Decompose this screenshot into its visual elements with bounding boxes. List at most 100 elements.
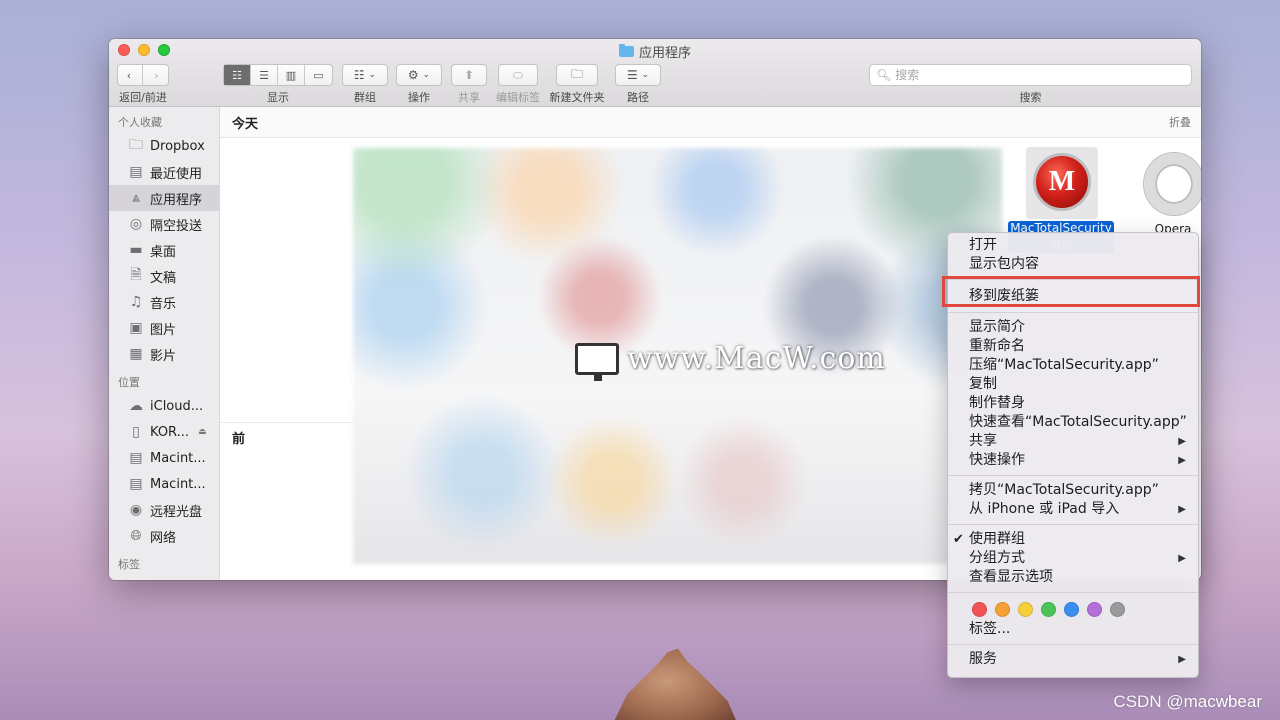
chevron-left-icon: ‹: [126, 68, 132, 82]
tag-color-row: [948, 598, 1198, 620]
sidebar-item-pictures[interactable]: ▣ 图片: [109, 315, 219, 341]
menu-item-move-to-trash[interactable]: 移到废纸篓: [948, 285, 1198, 307]
edit-tags-button[interactable]: ⬭: [498, 64, 538, 86]
sidebar: 个人收藏 🗀 Dropbox ▤ 最近使用 ⩓ 应用程序 ◎ 隔空投送 ▬ 桌面…: [109, 107, 220, 580]
submenu-arrow-icon: ▶: [1178, 436, 1186, 447]
submenu-arrow-icon: ▶: [1178, 455, 1186, 466]
sidebar-item-documents[interactable]: 🗎 文稿: [109, 263, 219, 289]
columns-icon: ▥: [285, 68, 297, 82]
checkmark-icon: ✔: [953, 532, 964, 547]
menu-item-duplicate[interactable]: 复制: [948, 375, 1198, 394]
menu-item-open[interactable]: 打开: [948, 236, 1198, 255]
gallery-view-button[interactable]: ▭: [305, 65, 332, 85]
gallery-icon: ▭: [313, 68, 324, 82]
pictures-icon: ▣: [129, 320, 143, 336]
menu-item-quick-actions[interactable]: 快速操作 ▶: [948, 451, 1198, 470]
menu-item-view-options[interactable]: 查看显示选项: [948, 568, 1198, 587]
folder-icon: [618, 44, 634, 57]
sidebar-item-macintosh-1[interactable]: ▤ Macint...: [109, 445, 219, 471]
back-forward-control: ‹ ›: [117, 64, 169, 86]
tag-color-dot-3[interactable]: [1018, 601, 1033, 617]
menu-separator: [948, 279, 1198, 280]
folder-icon: 🗀: [129, 137, 143, 153]
menu-item-quick-look[interactable]: 快速查看“MacTotalSecurity.app”: [948, 413, 1198, 432]
app-icon-opera[interactable]: [1138, 147, 1201, 219]
menu-item-rename[interactable]: 重新命名: [948, 337, 1198, 356]
menu-item-copy[interactable]: 拷贝“MacTotalSecurity.app”: [948, 481, 1198, 500]
search-label: 搜索: [1019, 91, 1042, 104]
sidebar-item-movies[interactable]: ▦ 影片: [109, 341, 219, 367]
submenu-arrow-icon: ▶: [1178, 504, 1186, 515]
search-input[interactable]: [895, 68, 1176, 82]
group-title-today: 今天: [232, 116, 259, 132]
path-icon: ☰: [626, 68, 638, 82]
menu-item-show-package[interactable]: 显示包内容: [948, 255, 1198, 274]
new-folder-icon: 🗀: [570, 66, 583, 81]
mactotalsecurity-logo-icon: M: [1033, 153, 1091, 211]
icon-view-button[interactable]: ☷: [224, 65, 251, 85]
tag-color-dot-5[interactable]: [1064, 601, 1079, 617]
back-button[interactable]: ‹: [116, 65, 143, 85]
toolbar: 应用程序 ‹ › 返回/前进 ☷ ☰ ▥ ▭ 显示 ☷ ⌄ 群组 ⚙ ⌄ 操作 …: [109, 39, 1201, 107]
action-label: 操作: [408, 91, 430, 104]
sidebar-item-dropbox[interactable]: 🗀 Dropbox: [109, 133, 219, 159]
sidebar-item-airdrop[interactable]: ◎ 隔空投送: [109, 211, 219, 237]
sidebar-item-music[interactable]: ♫ 音乐: [109, 289, 219, 315]
tag-color-dot-2[interactable]: [995, 601, 1010, 617]
sidebar-item-applications[interactable]: ⩓ 应用程序: [109, 185, 219, 211]
sidebar-item-desktop[interactable]: ▬ 桌面: [109, 237, 219, 263]
fold-button[interactable]: 折叠: [1169, 114, 1191, 130]
chevron-down-icon: ⌄: [641, 70, 650, 80]
sidebar-item-macintosh-2[interactable]: ▤ Macint...: [109, 471, 219, 497]
documents-icon: 🗎: [130, 267, 142, 283]
menu-item-share[interactable]: 共享 ▶: [948, 432, 1198, 451]
menu-item-get-info[interactable]: 显示简介: [948, 318, 1198, 337]
csdn-credit: CSDN @macwbear: [1113, 692, 1262, 711]
edit-tags-label: 编辑标签: [496, 91, 540, 104]
tag-color-dot-1[interactable]: [972, 601, 987, 617]
locations-header: 位置: [118, 376, 140, 389]
nav-label: 返回/前进: [119, 91, 167, 104]
share-button[interactable]: ⬆: [451, 64, 487, 86]
app-icon-mactotalsecurity[interactable]: M: [1026, 147, 1098, 219]
action-button[interactable]: ⚙ ⌄: [396, 64, 442, 86]
tags-header: 标签: [118, 558, 140, 571]
sidebar-item-icloud[interactable]: ☁ iCloud...: [109, 393, 219, 419]
chevron-down-icon: ⌄: [422, 70, 431, 80]
forward-button[interactable]: ›: [143, 65, 170, 85]
tag-color-dot-6[interactable]: [1087, 601, 1102, 617]
applications-icon: ⩓: [132, 190, 140, 206]
chevron-down-icon: ⌄: [368, 70, 377, 80]
list-view-button[interactable]: ☰: [251, 65, 278, 85]
menu-item-use-groups[interactable]: ✔ 使用群组: [948, 530, 1198, 549]
menu-item-group-by[interactable]: 分组方式 ▶: [948, 549, 1198, 568]
sidebar-item-kor-drive[interactable]: ▯ KOR... ⏏: [109, 419, 219, 445]
path-label: 路径: [627, 91, 649, 104]
eject-icon[interactable]: ⏏: [198, 427, 207, 437]
menu-item-compress[interactable]: 压缩“MacTotalSecurity.app”: [948, 356, 1198, 375]
desktop-icon: ▬: [129, 242, 143, 258]
airdrop-icon: ◎: [129, 216, 143, 232]
path-button[interactable]: ☰ ⌄: [615, 64, 661, 86]
view-label: 显示: [267, 91, 289, 104]
column-view-button[interactable]: ▥: [278, 65, 305, 85]
tag-color-dot-4[interactable]: [1041, 601, 1056, 617]
menu-item-tags[interactable]: 标签...: [948, 620, 1198, 639]
monitor-icon: [575, 342, 619, 381]
menu-item-make-alias[interactable]: 制作替身: [948, 394, 1198, 413]
menu-separator: [948, 592, 1198, 593]
group-button[interactable]: ☷ ⌄: [342, 64, 388, 86]
sidebar-item-recents[interactable]: ▤ 最近使用: [109, 159, 219, 185]
tag-icon: ⬭: [512, 67, 524, 82]
menu-item-import-from-iphone[interactable]: 从 iPhone 或 iPad 导入 ▶: [948, 500, 1198, 519]
sidebar-item-network[interactable]: 🌐︎ 网络: [109, 523, 219, 549]
menu-separator: [948, 524, 1198, 525]
menu-separator: [948, 312, 1198, 313]
disk-icon: ▤: [129, 450, 143, 466]
tag-color-dot-7[interactable]: [1110, 601, 1125, 617]
sidebar-item-remote-disc[interactable]: ◉ 远程光盘: [109, 497, 219, 523]
new-folder-button[interactable]: 🗀: [556, 64, 598, 86]
menu-item-services[interactable]: 服务 ▶: [948, 650, 1198, 669]
search-field[interactable]: 🔍︎: [869, 64, 1192, 86]
desktop-rock: [607, 648, 743, 720]
